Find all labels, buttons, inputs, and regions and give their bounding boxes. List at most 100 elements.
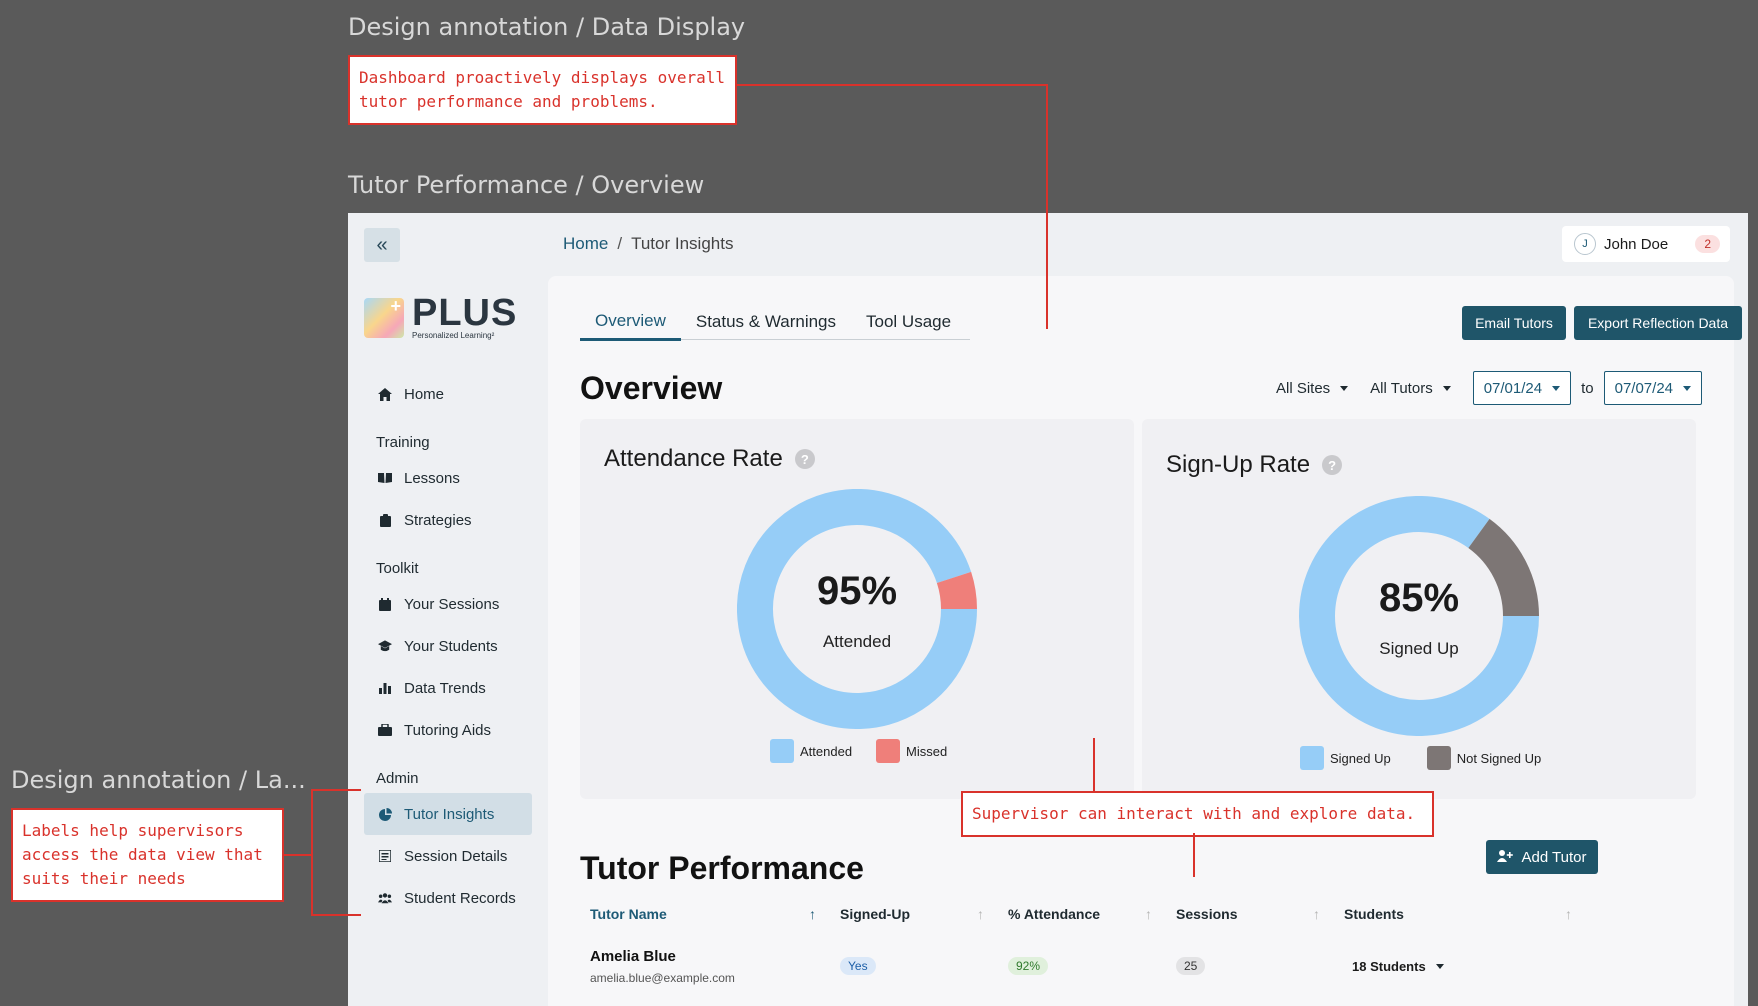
attendance-rate-card: Attendance Rate? 95% Attended Attended M…: [580, 419, 1134, 799]
tab-overview[interactable]: Overview: [580, 304, 681, 341]
sidebar-item-tutoring-aids[interactable]: Tutoring Aids: [364, 709, 532, 751]
sidebar-item-label: Session Details: [404, 847, 508, 865]
add-tutor-button[interactable]: Add Tutor: [1486, 840, 1598, 874]
attendance-percent: 95%: [816, 569, 898, 613]
breadcrumb-home-link[interactable]: Home: [563, 234, 608, 253]
clipboard-icon: [378, 513, 392, 527]
sessions-badge: 25: [1176, 957, 1206, 975]
collapse-sidebar-button[interactable]: «: [364, 228, 400, 262]
annotation-dashboard-overview: Dashboard proactively displays overall t…: [348, 55, 737, 125]
end-date-picker[interactable]: 07/07/24: [1603, 371, 1702, 405]
sidebar-item-your-students[interactable]: Your Students: [364, 625, 532, 667]
legend-item-missed: Missed: [876, 739, 947, 763]
section-header: Tutor Performance / Overview: [348, 171, 705, 199]
home-icon: [378, 387, 392, 401]
app-window: « + PLUS Personalized Learning² Home Tra…: [348, 213, 1748, 1006]
annotation-header-top: Design annotation / Data Display: [348, 13, 746, 41]
sort-arrow-icon[interactable]: ↑: [977, 906, 984, 922]
annotation-connector: [311, 914, 361, 916]
site-filter-dropdown[interactable]: All Sites: [1275, 379, 1349, 397]
breadcrumb-separator: /: [617, 234, 623, 253]
attendance-rate-title: Attendance Rate?: [604, 445, 815, 473]
attendance-center-label: Attended: [822, 632, 892, 651]
avatar: J: [1574, 233, 1596, 255]
sort-arrow-icon[interactable]: ↑: [809, 906, 816, 922]
caret-down-icon: [1442, 385, 1451, 391]
sidebar-section-toolkit: Toolkit: [376, 560, 419, 577]
sort-arrow-icon[interactable]: ↑: [1565, 906, 1572, 922]
notification-badge[interactable]: 2: [1695, 235, 1720, 253]
tutor-filter-value: All Tutors: [1370, 379, 1433, 397]
date-range-separator: to: [1581, 379, 1594, 397]
annotation-connector: [284, 854, 312, 856]
students-dropdown[interactable]: 18 Students: [1352, 959, 1586, 974]
attendance-badge: 92%: [1008, 957, 1049, 975]
sort-arrow-icon[interactable]: ↑: [1145, 906, 1152, 922]
sidebar-item-label: Lessons: [404, 469, 460, 487]
export-reflection-data-button[interactable]: Export Reflection Data: [1574, 306, 1742, 340]
main-panel: Overview Status & Warnings Tool Usage Em…: [548, 276, 1742, 1006]
signed-up-badge: Yes: [840, 957, 876, 975]
tutor-email: amelia.blue@example.com: [590, 970, 735, 985]
sidebar-item-your-sessions[interactable]: Your Sessions: [364, 583, 532, 625]
column-label: % Attendance: [1008, 906, 1101, 922]
sidebar-section-training: Training: [376, 434, 430, 451]
breadcrumb-current: Tutor Insights: [631, 234, 734, 253]
sidebar-item-session-details[interactable]: Session Details: [364, 835, 532, 877]
app-logo: + PLUS Personalized Learning²: [364, 292, 518, 340]
column-header-attendance[interactable]: % Attendance ↑: [998, 896, 1166, 932]
sidebar-item-student-records[interactable]: Student Records: [364, 877, 532, 919]
caret-down-icon: [1340, 385, 1349, 391]
help-icon[interactable]: ?: [1322, 455, 1343, 475]
legend-swatch-missed: [876, 739, 901, 763]
column-header-signed-up[interactable]: Signed-Up ↑: [830, 896, 998, 932]
site-filter-value: All Sites: [1275, 379, 1331, 397]
list-icon: [378, 849, 392, 863]
sidebar-item-strategies[interactable]: Strategies: [364, 499, 532, 541]
tab-tool-usage[interactable]: Tool Usage: [851, 304, 966, 340]
user-name: John Doe: [1604, 235, 1669, 253]
legend-swatch-not-signed-up: [1426, 746, 1451, 770]
annotation-connector: [1193, 833, 1195, 877]
calendar-icon: [378, 597, 392, 611]
students-count: 18 Students: [1352, 958, 1426, 974]
start-date-picker[interactable]: 07/01/24: [1472, 371, 1572, 405]
sidebar-item-tutor-insights[interactable]: Tutor Insights: [364, 793, 532, 835]
pie-chart-icon: [378, 807, 392, 821]
logo-wordmark: PLUS: [412, 292, 518, 334]
legend-label: Attended: [800, 743, 853, 759]
sidebar-item-label: Tutor Insights: [404, 805, 495, 823]
cell-tutor: Amelia Blue amelia.blue@example.com: [580, 936, 830, 996]
annotation-sidebar-labels: Labels help supervisors access the data …: [11, 808, 284, 902]
annotation-interact-data: Supervisor can interact with and explore…: [961, 791, 1434, 837]
sidebar-item-home[interactable]: Home: [364, 373, 532, 415]
annotation-connector: [311, 789, 361, 791]
tab-status-warnings[interactable]: Status & Warnings: [681, 304, 851, 340]
sidebar-nav: Home Training Lessons Strategies Toolkit…: [364, 373, 532, 919]
add-tutor-label: Add Tutor: [1521, 848, 1587, 866]
email-tutors-button[interactable]: Email Tutors: [1462, 306, 1566, 340]
sidebar-item-lessons[interactable]: Lessons: [364, 457, 532, 499]
column-header-sessions[interactable]: Sessions ↑: [1166, 896, 1334, 932]
tutor-filter-dropdown[interactable]: All Tutors: [1370, 380, 1451, 397]
annotation-header-left: Design annotation / La...: [11, 766, 306, 794]
cell-attendance: 92%: [998, 936, 1166, 996]
column-label: Sessions: [1176, 906, 1238, 922]
page-title: Overview: [580, 370, 723, 406]
sidebar-item-label: Data Trends: [404, 679, 486, 697]
sort-arrow-icon[interactable]: ↑: [1313, 906, 1320, 922]
sidebar-item-data-trends[interactable]: Data Trends: [364, 667, 532, 709]
cell-students: 18 Students: [1334, 936, 1586, 996]
help-icon[interactable]: ?: [794, 449, 815, 469]
table-row[interactable]: Amelia Blue amelia.blue@example.com Yes …: [580, 936, 1698, 996]
column-header-tutor-name[interactable]: Tutor Name ↑: [580, 896, 830, 932]
signup-legend: Signed Up Not Signed Up: [1300, 746, 1565, 770]
column-header-students[interactable]: Students ↑: [1334, 896, 1586, 932]
legend-label: Missed: [906, 743, 948, 759]
start-date-value: 07/01/24: [1483, 379, 1543, 397]
sidebar-item-label: Student Records: [404, 889, 516, 907]
legend-swatch-signed-up: [1300, 746, 1324, 770]
users-icon: [378, 891, 392, 905]
user-menu[interactable]: J John Doe 2: [1562, 226, 1730, 262]
logo-mark-icon: +: [364, 296, 404, 338]
